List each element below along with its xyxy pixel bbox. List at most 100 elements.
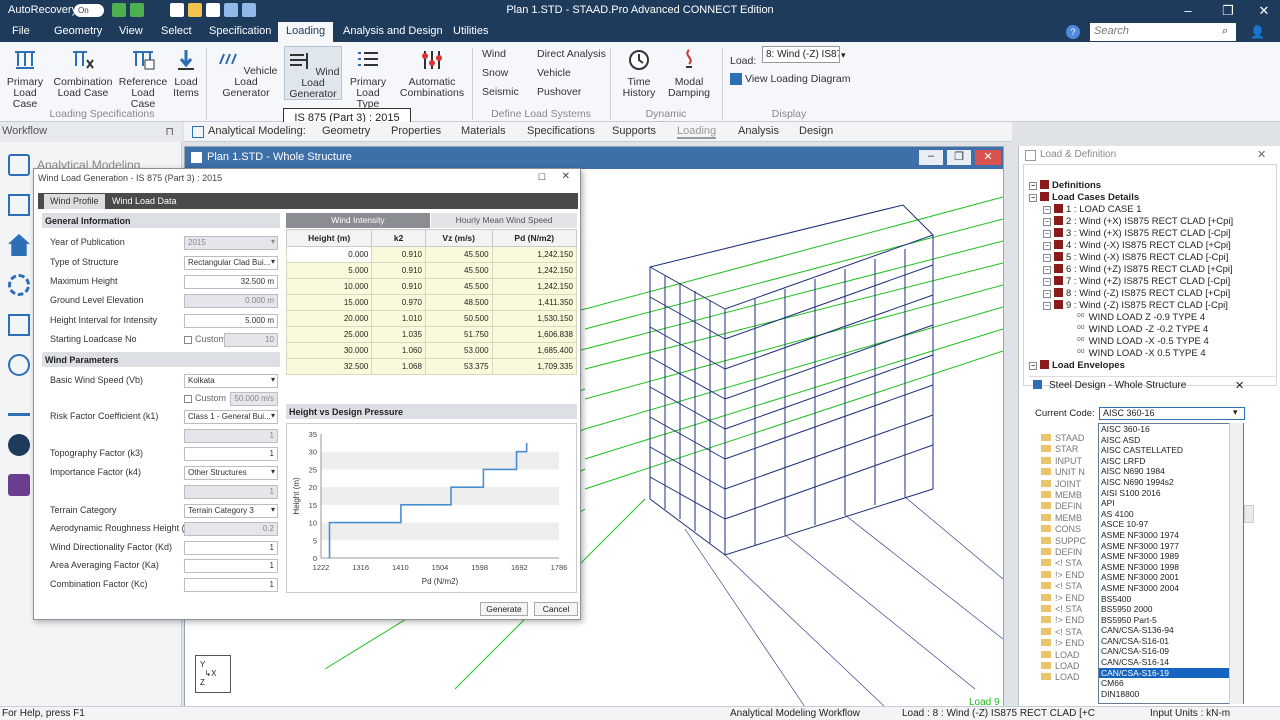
tab-supports[interactable]: Supports	[612, 125, 656, 137]
table-row[interactable]: 32.500 1.068 53.375 1,709.335	[285, 358, 578, 375]
panel-close-icon[interactable]: ✕	[1257, 148, 1266, 161]
table-cell[interactable]: 32.500	[285, 358, 373, 375]
splitter-handle[interactable]	[284, 301, 288, 417]
menu-view[interactable]: View	[119, 25, 143, 37]
table-row[interactable]: 0.000 0.910 45.500 1,242.150	[285, 246, 578, 263]
expand-icon[interactable]: −	[1043, 218, 1051, 226]
code-option[interactable]: API	[1099, 498, 1243, 509]
design-tree-item[interactable]: <! STA	[1041, 581, 1082, 591]
table-cell[interactable]: 45.500	[424, 278, 493, 295]
menu-utilities[interactable]: Utilities	[453, 25, 488, 37]
restore-icon[interactable]: ❐	[1216, 2, 1240, 20]
tree-wind-load-item[interactable]: ⁰⁰ WIND LOAD -Z -0.2 TYPE 4	[1077, 324, 1208, 335]
tree-load-case[interactable]: − 8 : Wind (-Z) IS875 RECT CLAD [+Cpi]	[1043, 288, 1230, 299]
table-cell[interactable]: 0.910	[371, 278, 426, 295]
field-input[interactable]: 0.000 m	[184, 294, 278, 308]
redo-icon[interactable]	[242, 3, 256, 17]
param-input[interactable]: 1	[184, 485, 278, 499]
design-tree-item[interactable]: !> END	[1041, 570, 1084, 580]
design-tree-item[interactable]: <! STA	[1041, 604, 1082, 614]
table-cell[interactable]: 1,242.150	[491, 278, 578, 295]
back-icon[interactable]	[112, 3, 126, 17]
new-file-icon[interactable]	[170, 3, 184, 17]
tab-hourly-mean-wind-speed[interactable]: Hourly Mean Wind Speed	[431, 213, 577, 228]
table-row[interactable]: 10.000 0.910 45.500 1,242.150	[285, 278, 578, 295]
table-cell[interactable]: 53.375	[424, 358, 493, 375]
table-cell[interactable]: 5.000	[285, 262, 373, 279]
pushover-option[interactable]: Pushover	[537, 86, 581, 98]
code-option[interactable]: ASCE 10-97	[1099, 519, 1243, 530]
dialog-close-icon[interactable]: ✕	[562, 171, 570, 182]
design-tree-item[interactable]: MEMB	[1041, 513, 1082, 523]
report-icon[interactable]	[8, 314, 30, 336]
tab-wind-profile[interactable]: Wind Profile	[44, 194, 105, 209]
design-tree-item[interactable]: <! STA	[1041, 627, 1082, 637]
param-input[interactable]: 50.000 m/s	[230, 392, 278, 406]
code-option[interactable]: ASME NF3000 1989	[1099, 551, 1243, 562]
wind-load-generator-button[interactable]: Wind Load Generator	[284, 46, 342, 100]
search-input[interactable]: Search	[1090, 23, 1236, 41]
code-option[interactable]: CAN/CSA-S16-09	[1099, 646, 1243, 657]
code-option[interactable]: CAN/CSA-S136-94	[1099, 625, 1243, 636]
cancel-button[interactable]: Cancel	[534, 602, 578, 616]
design-tree-item[interactable]: STAR	[1041, 444, 1078, 454]
design-tree-item[interactable]: MEMB	[1041, 490, 1082, 500]
help-icon[interactable]: ?	[1066, 25, 1080, 39]
tab-wind-intensity[interactable]: Wind Intensity	[286, 213, 430, 228]
table-cell[interactable]: 1.010	[371, 310, 426, 327]
autorecovery-toggle[interactable]: On	[74, 4, 104, 17]
design-icon[interactable]	[8, 474, 30, 496]
save-icon[interactable]	[206, 3, 220, 17]
table-cell[interactable]: 1.035	[371, 326, 426, 343]
minimize-icon[interactable]: –	[1176, 2, 1200, 20]
design-tree-item[interactable]: SUPPC	[1041, 536, 1086, 546]
code-option[interactable]: ASME NF3000 1977	[1099, 541, 1243, 552]
code-option[interactable]: AISI S100 2016	[1099, 488, 1243, 499]
table-cell[interactable]: 20.000	[285, 310, 373, 327]
param-select[interactable]: Kolkata	[184, 374, 278, 388]
tree-load-case[interactable]: − 5 : Wind (-X) IS875 RECT CLAD [-Cpi]	[1043, 252, 1228, 263]
field-input[interactable]: 32.500 m	[184, 275, 278, 289]
tree-wind-load-item[interactable]: ⁰⁰ WIND LOAD -X 0.5 TYPE 4	[1077, 348, 1206, 359]
home-icon[interactable]	[8, 234, 30, 256]
search-icon[interactable]: ⌕	[1222, 25, 1228, 38]
param-input[interactable]: 1	[184, 447, 278, 461]
table-cell[interactable]: 45.500	[424, 246, 493, 263]
code-option[interactable]: AISC LRFD	[1099, 456, 1243, 467]
design-tree-item[interactable]: CONS	[1041, 524, 1081, 534]
expand-icon[interactable]: −	[1043, 266, 1051, 274]
table-cell[interactable]: 1,411.350	[491, 294, 578, 311]
design-tree-item[interactable]: !> END	[1041, 638, 1084, 648]
tree-load-case[interactable]: − 6 : Wind (+Z) IS875 RECT CLAD [+Cpi]	[1043, 264, 1233, 275]
code-option[interactable]: BS5950 2000	[1099, 604, 1243, 615]
tree-load-cases-details[interactable]: − Load Cases Details	[1029, 192, 1139, 203]
menu-loading[interactable]: Loading	[278, 22, 334, 42]
load-items-button[interactable]: Load Items	[170, 48, 202, 99]
table-row[interactable]: 30.000 1.060 53.000 1,685.400	[285, 342, 578, 359]
field-select[interactable]: 2015	[184, 236, 278, 250]
snow-option[interactable]: Snow	[482, 67, 508, 79]
tab-analytical-modeling[interactable]: Analytical Modeling:	[208, 125, 306, 137]
field-select[interactable]: Rectangular Clad Bui...	[184, 256, 278, 270]
expand-icon[interactable]: −	[1043, 278, 1051, 286]
table-cell[interactable]: 0.910	[371, 246, 426, 263]
tree-load-case[interactable]: − 2 : Wind (+X) IS875 RECT CLAD [+Cpi]	[1043, 216, 1233, 227]
building-icon[interactable]	[8, 394, 30, 416]
connection-icon[interactable]	[8, 354, 30, 376]
custom-checkbox[interactable]	[184, 336, 192, 344]
design-tree-item[interactable]: DEFIN	[1041, 501, 1082, 511]
automatic-combinations-button[interactable]: Automatic Combinations	[396, 48, 468, 99]
design-code-dropdown-list[interactable]: AISC 360-16 AISC ASD AISC CASTELLATED AISC …	[1098, 423, 1244, 704]
tree-wind-load-item[interactable]: ⁰⁰ WIND LOAD Z -0.9 TYPE 4	[1077, 312, 1205, 323]
tab-specifications[interactable]: Specifications	[527, 125, 595, 137]
design-tree-item[interactable]: UNIT N	[1041, 467, 1085, 477]
param-select[interactable]: Class 1 - General Bui...	[184, 410, 278, 424]
code-list-scrollbar[interactable]	[1229, 423, 1243, 704]
close-icon[interactable]: ✕	[1252, 2, 1276, 20]
code-option[interactable]: BS5400	[1099, 594, 1243, 605]
hidden-control[interactable]	[1244, 505, 1254, 523]
field-input[interactable]: 10	[224, 333, 278, 347]
table-cell[interactable]: 48.500	[424, 294, 493, 311]
table-cell[interactable]: 1,242.150	[491, 262, 578, 279]
physical-modeling-icon[interactable]	[8, 194, 30, 216]
